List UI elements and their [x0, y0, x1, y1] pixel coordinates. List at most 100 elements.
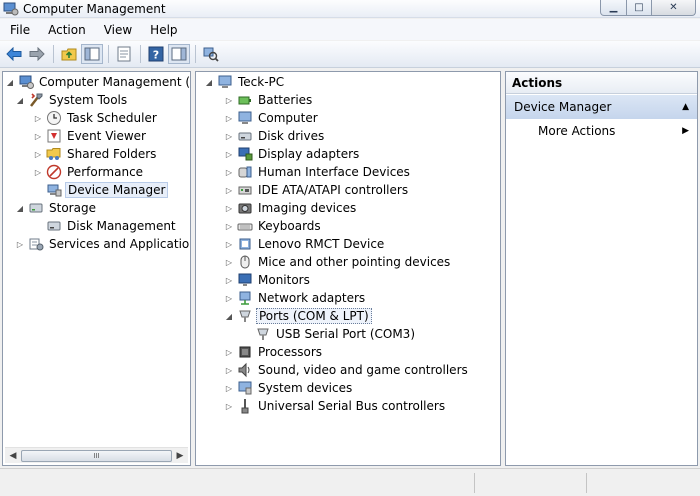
system-devices-icon [237, 380, 253, 396]
device-manager-icon [46, 182, 62, 198]
port-icon [255, 326, 271, 342]
tree-item-system-tools[interactable]: ◢ System Tools [15, 91, 129, 109]
expand-arrow-icon[interactable]: ▷ [224, 222, 234, 231]
expand-arrow-icon[interactable]: ▷ [224, 114, 234, 123]
device-category-display-adapters[interactable]: ▷ Display adapters [224, 145, 361, 163]
show-hide-tree-button[interactable] [81, 44, 103, 64]
expand-arrow-icon[interactable]: ▷ [33, 150, 43, 159]
device-category-mice-and-other-pointing-devices[interactable]: ▷ Mice and other pointing devices [224, 253, 452, 271]
expand-arrow-icon[interactable]: ▷ [224, 294, 234, 303]
up-folder-icon [61, 48, 77, 61]
ide-controller-icon [237, 182, 253, 198]
collapse-arrow-icon[interactable]: ◢ [204, 78, 214, 87]
device-category-lenovo-rmct-device[interactable]: ▷ Lenovo RMCT Device [224, 235, 386, 253]
device-tree-pane[interactable]: ◢ Teck-PC ▷ Batteries ▷ Computer ▷ Disk drive… [195, 71, 501, 466]
device-label: Universal Serial Bus controllers [258, 399, 446, 413]
device-category-batteries[interactable]: ▷ Batteries [224, 91, 314, 109]
computer-icon [217, 74, 233, 90]
close-button[interactable]: ✕ [652, 0, 696, 16]
device-category-keyboards[interactable]: ▷ Keyboards [224, 217, 323, 235]
show-hide-action-pane-button[interactable] [168, 44, 190, 64]
expand-arrow-icon[interactable]: ▷ [224, 348, 234, 357]
expand-arrow-icon[interactable]: ▷ [224, 366, 234, 375]
properties-button[interactable] [113, 44, 135, 64]
tree-item-performance[interactable]: ▷ Performance [33, 163, 145, 181]
expand-arrow-icon[interactable]: ▷ [224, 96, 234, 105]
tree-item-storage[interactable]: ◢ Storage [15, 199, 98, 217]
collapse-arrow-icon[interactable]: ◢ [15, 204, 25, 213]
expand-arrow-icon[interactable]: ▷ [224, 186, 234, 195]
scroll-thumb[interactable]: III [21, 450, 172, 462]
device-category-network-adapters[interactable]: ▷ Network adapters [224, 289, 367, 307]
device-label: Disk drives [258, 129, 325, 143]
expand-arrow-icon[interactable]: ▷ [224, 384, 234, 393]
device-category-universal-serial-bus-controllers[interactable]: ▷ Universal Serial Bus controllers [224, 397, 447, 415]
help-button[interactable]: ? [145, 44, 167, 64]
actions-section-device-manager[interactable]: Device Manager ▲ [506, 95, 697, 119]
expand-arrow-icon[interactable]: ▷ [224, 402, 234, 411]
device-category-disk-drives[interactable]: ▷ Disk drives [224, 127, 326, 145]
tree-item-label: Shared Folders [67, 147, 157, 161]
menu-help[interactable]: Help [141, 23, 186, 37]
device-tree-root-label: Teck-PC [238, 75, 285, 89]
device-category-ports-com-lpt[interactable]: ◢ Ports (COM & LPT) [224, 307, 372, 325]
tree-item-device-manager[interactable]: Device Manager [33, 181, 169, 199]
expand-arrow-icon[interactable]: ▷ [224, 240, 234, 249]
expand-arrow-icon[interactable]: ▷ [33, 114, 43, 123]
more-actions-link[interactable]: More Actions ▶ [538, 122, 693, 140]
tree-item-services-and-applications[interactable]: ▷ Services and Applications [15, 235, 190, 253]
properties-icon [117, 46, 131, 62]
tree-item-label: System Tools [49, 93, 128, 107]
device-label: Network adapters [258, 291, 366, 305]
scroll-right-icon[interactable]: ▶ [174, 450, 186, 462]
tree-item-disk-management[interactable]: Disk Management [33, 217, 178, 235]
expand-arrow-icon[interactable]: ▷ [224, 258, 234, 267]
up-folder-button[interactable] [58, 44, 80, 64]
expand-arrow-icon[interactable]: ▷ [224, 132, 234, 141]
expand-arrow-icon[interactable]: ▷ [224, 204, 234, 213]
device-category-human-interface-devices[interactable]: ▷ Human Interface Devices [224, 163, 412, 181]
menu-file[interactable]: File [0, 23, 39, 37]
tree-item-event-viewer[interactable]: ▷ Event Viewer [33, 127, 148, 145]
expand-arrow-icon[interactable]: ▷ [33, 168, 43, 177]
more-actions-label: More Actions [538, 124, 616, 138]
device-item-usb-serial-port-com3[interactable]: USB Serial Port (COM3) [242, 325, 417, 343]
device-category-imaging-devices[interactable]: ▷ Imaging devices [224, 199, 358, 217]
back-button[interactable] [3, 44, 25, 64]
device-category-sound-video-and-game-controllers[interactable]: ▷ Sound, video and game controllers [224, 361, 470, 379]
scroll-left-icon[interactable]: ◀ [7, 450, 19, 462]
device-category-ide-ata-atapi-controllers[interactable]: ▷ IDE ATA/ATAPI controllers [224, 181, 410, 199]
menu-action[interactable]: Action [39, 23, 95, 37]
device-label: Batteries [258, 93, 313, 107]
collapse-up-icon[interactable]: ▲ [682, 95, 689, 119]
collapse-arrow-icon[interactable]: ◢ [15, 96, 25, 105]
device-category-processors[interactable]: ▷ Processors [224, 343, 324, 361]
device-tree-root[interactable]: ◢ Teck-PC [204, 73, 286, 91]
maximize-button[interactable]: □ [627, 0, 652, 16]
console-tree-pane[interactable]: ◢ Computer Management (Local ◢ System To… [2, 71, 191, 466]
expand-arrow-icon[interactable]: ▷ [33, 132, 43, 141]
device-label: Imaging devices [258, 201, 357, 215]
device-category-monitors[interactable]: ▷ Monitors [224, 271, 312, 289]
device-category-system-devices[interactable]: ▷ System devices [224, 379, 354, 397]
device-category-computer[interactable]: ▷ Computer [224, 109, 320, 127]
expand-arrow-icon[interactable]: ▷ [224, 150, 234, 159]
expand-arrow-icon[interactable]: ▷ [15, 240, 25, 249]
forward-button[interactable] [26, 44, 48, 64]
collapse-arrow-icon[interactable]: ◢ [5, 78, 15, 87]
expand-arrow-icon[interactable]: ▷ [224, 168, 234, 177]
show-hide-action-pane-icon [171, 47, 187, 61]
tree-item-label: Performance [67, 165, 144, 179]
tree-item-shared-folders[interactable]: ▷ Shared Folders [33, 145, 158, 163]
device-label: Processors [258, 345, 323, 359]
tree-item-computer-management[interactable]: ◢ Computer Management (Local [5, 73, 190, 91]
collapse-arrow-icon[interactable]: ◢ [224, 312, 234, 321]
minimize-button[interactable]: ▁ [600, 0, 627, 16]
scan-hardware-button[interactable] [200, 44, 222, 64]
tree-item-task-scheduler[interactable]: ▷ Task Scheduler [33, 109, 159, 127]
menu-view[interactable]: View [95, 23, 141, 37]
expand-arrow-icon[interactable]: ▷ [224, 276, 234, 285]
horizontal-scrollbar[interactable]: ◀ III ▶ [5, 447, 188, 463]
device-label: Display adapters [258, 147, 360, 161]
tools-icon [28, 92, 44, 108]
